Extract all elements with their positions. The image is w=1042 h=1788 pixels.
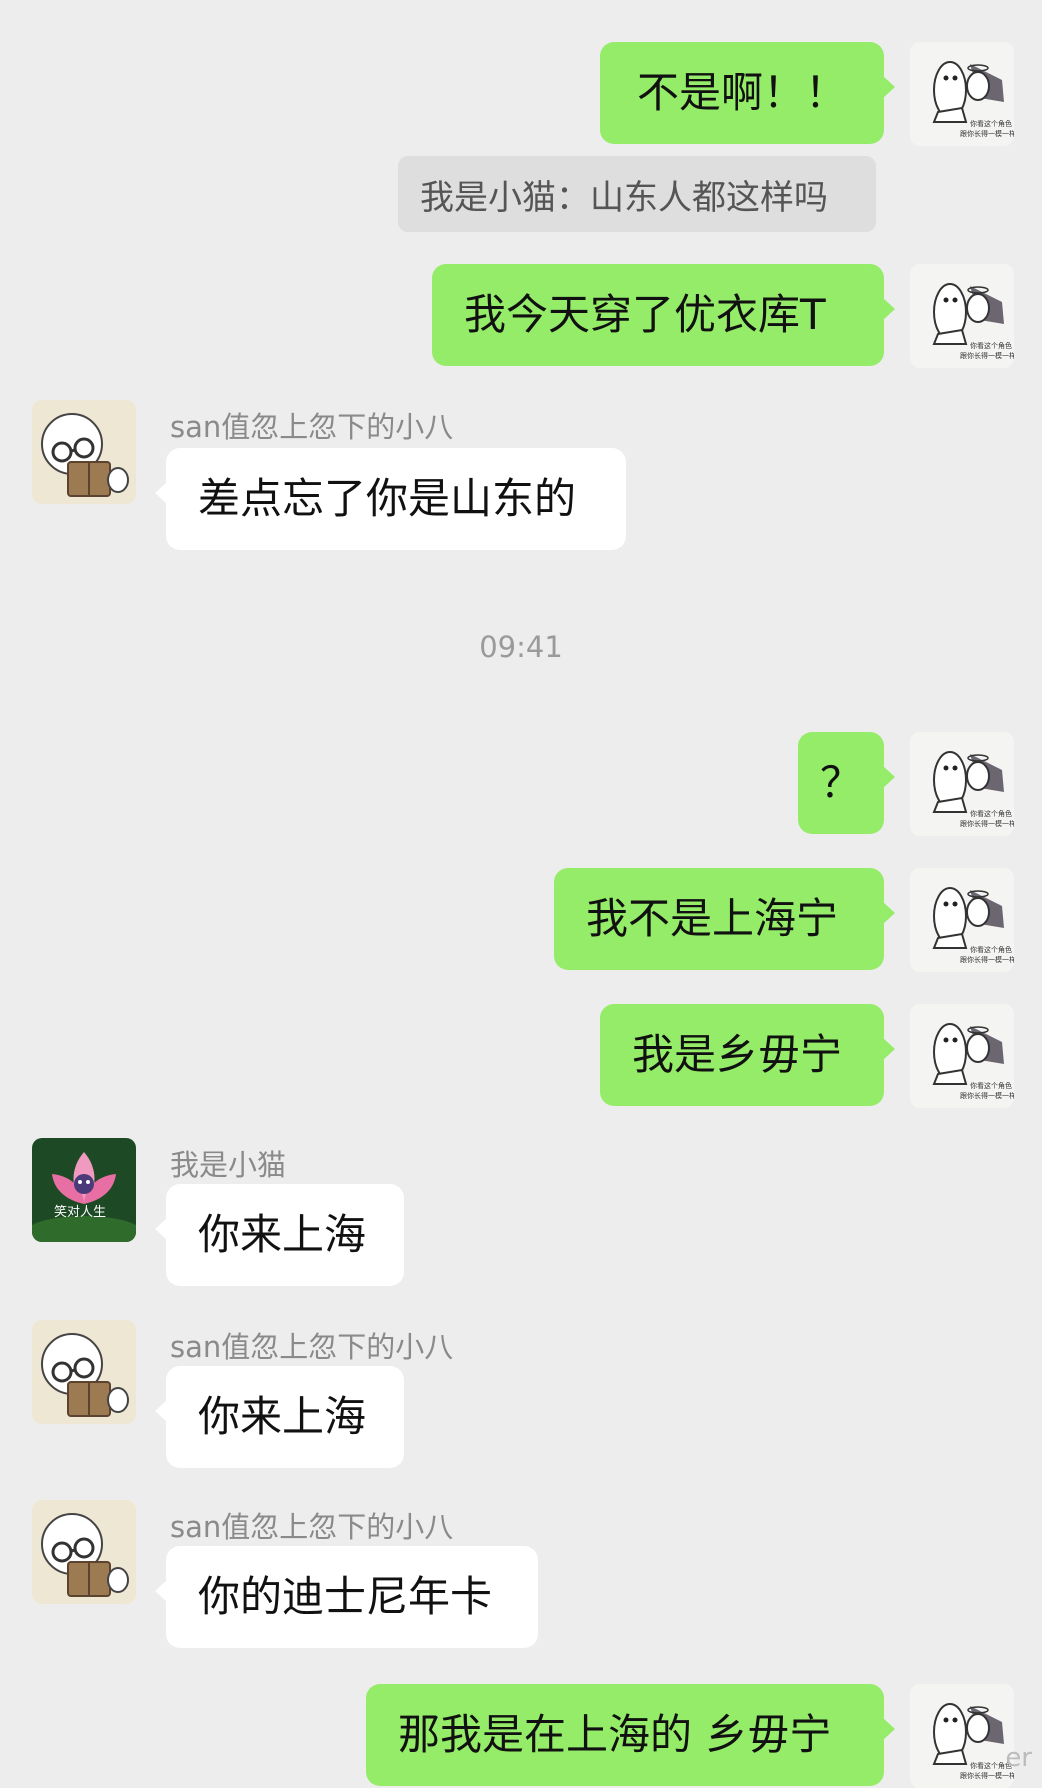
friend-avatar[interactable]: [32, 1320, 136, 1424]
message-text: 我是乡毋宁: [632, 1030, 843, 1079]
watermark: er: [1005, 1743, 1032, 1773]
message-bubble[interactable]: 我今天穿了优衣库T: [432, 264, 895, 366]
my-avatar[interactable]: 你看这个角色 跟你长得一模一样: [910, 868, 1014, 972]
svg-text:你看这个角色: 你看这个角色: [970, 945, 1012, 954]
message-text: 那我是在上海的 乡毋宁: [398, 1710, 832, 1759]
my-avatar[interactable]: 你看这个角色 跟你长得一模一样: [910, 264, 1014, 368]
message-bubble[interactable]: 我是乡毋宁: [600, 1004, 895, 1106]
my-avatar[interactable]: 你看这个角色 跟你长得一模一样: [910, 42, 1014, 146]
blob-meme-avatar-icon: 你看这个角色跟你长得一模一样: [910, 1684, 1014, 1788]
blob-meme-avatar-icon: 你看这个角色跟你长得一模一样: [910, 42, 1014, 146]
my-avatar[interactable]: 你看这个角色 跟你长得一模一样: [910, 1004, 1014, 1108]
svg-text:跟你长得一模一样: 跟你长得一模一样: [960, 819, 1014, 828]
svg-text:你看这个角色: 你看这个角色: [970, 1081, 1012, 1090]
message-text: 你来上海: [198, 1210, 367, 1259]
reading-bear-avatar-icon: [32, 400, 136, 504]
message-bubble[interactable]: 你来上海: [155, 1184, 404, 1286]
timestamp: 09:41: [479, 630, 563, 664]
message-text: ？: [819, 758, 862, 807]
message-text: 你的迪士尼年卡: [198, 1572, 493, 1621]
svg-text:你看这个角色: 你看这个角色: [970, 341, 1012, 350]
message-text: 差点忘了你是山东的: [198, 474, 577, 523]
svg-text:跟你长得一模一样: 跟你长得一模一样: [960, 955, 1014, 964]
sender-name: san值忽上忽下的小八: [170, 410, 454, 444]
message-bubble[interactable]: 你来上海: [155, 1366, 404, 1468]
message-bubble[interactable]: 我不是上海宁: [554, 868, 895, 970]
svg-text:跟你长得一模一样: 跟你长得一模一样: [960, 129, 1014, 138]
svg-text:你看这个角色: 你看这个角色: [970, 809, 1012, 818]
message-bubble[interactable]: 你的迪士尼年卡: [155, 1546, 538, 1648]
reading-bear-avatar-icon: [32, 1500, 136, 1604]
reading-bear-avatar-icon: [32, 1320, 136, 1424]
svg-text:跟你长得一模一样: 跟你长得一模一样: [960, 1091, 1014, 1100]
message-text: 我不是上海宁: [586, 894, 839, 943]
cat-avatar[interactable]: 笑对人生: [32, 1138, 136, 1242]
quoted-message[interactable]: 我是小猫：山东人都这样吗: [398, 156, 876, 232]
message-bubble[interactable]: 不是啊！！: [600, 42, 895, 144]
friend-avatar[interactable]: [32, 400, 136, 504]
message-text: 我今天穿了优衣库T: [464, 290, 826, 339]
svg-text:你看这个角色: 你看这个角色: [970, 119, 1012, 128]
svg-text:笑对人生: 笑对人生: [54, 1204, 106, 1220]
message-bubble[interactable]: ？: [798, 732, 895, 834]
quoted-text: 我是小猫：山东人都这样吗: [420, 177, 828, 218]
blob-meme-avatar-icon: 你看这个角色跟你长得一模一样: [910, 1004, 1014, 1108]
blob-meme-avatar-icon: 你看这个角色跟你长得一模一样: [910, 868, 1014, 972]
message-text: 不是啊！！: [636, 68, 847, 117]
lotus-avatar-icon: 笑对人生: [32, 1138, 136, 1242]
message-text: 你来上海: [198, 1392, 367, 1441]
message-bubble[interactable]: 差点忘了你是山东的: [155, 448, 626, 550]
my-avatar[interactable]: 你看这个角色 跟你长得一模一样: [910, 1684, 1014, 1788]
blob-meme-avatar-icon: 你看这个角色跟你长得一模一样: [910, 264, 1014, 368]
message-bubble[interactable]: 那我是在上海的 乡毋宁: [366, 1684, 895, 1786]
sender-name: san值忽上忽下的小八: [170, 1510, 454, 1544]
friend-avatar[interactable]: [32, 1500, 136, 1604]
svg-text:跟你长得一模一样: 跟你长得一模一样: [960, 351, 1014, 360]
sender-name: 我是小猫: [170, 1148, 287, 1182]
my-avatar[interactable]: 你看这个角色 跟你长得一模一样: [910, 732, 1014, 836]
blob-meme-avatar-icon: 你看这个角色跟你长得一模一样: [910, 732, 1014, 836]
sender-name: san值忽上忽下的小八: [170, 1330, 454, 1364]
